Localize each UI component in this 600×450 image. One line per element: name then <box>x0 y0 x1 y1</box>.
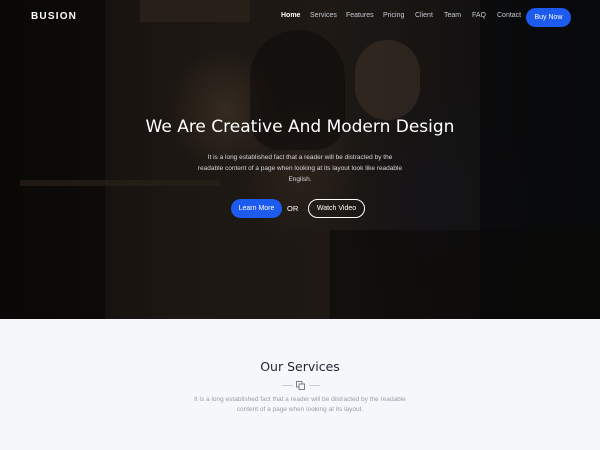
services-description: It is a long established fact that a rea… <box>194 396 406 413</box>
nav-item-team[interactable]: Team <box>444 12 461 19</box>
nav-item-client[interactable]: Client <box>415 12 433 19</box>
hero-description: It is a long established fact that a rea… <box>197 154 403 183</box>
watch-video-button[interactable]: Watch Video <box>308 199 365 218</box>
learn-more-button[interactable]: Learn More <box>231 199 282 218</box>
nav-item-pricing[interactable]: Pricing <box>383 12 404 19</box>
hero-section: BUSION Home Services Features Pricing Cl… <box>0 0 600 319</box>
or-separator: OR <box>287 204 299 213</box>
brand-logo[interactable]: BUSION <box>31 11 77 22</box>
divider-line <box>282 385 293 386</box>
hero-title: We Are Creative And Modern Design <box>145 117 455 137</box>
services-title: Our Services <box>260 359 340 374</box>
nav-item-contact[interactable]: Contact <box>497 12 521 19</box>
copy-icon <box>296 381 305 390</box>
services-section: Our Services It is a long established fa… <box>0 319 600 450</box>
buy-now-button[interactable]: Buy Now <box>526 8 571 27</box>
nav-item-services[interactable]: Services <box>310 12 337 19</box>
nav-item-home[interactable]: Home <box>281 12 300 19</box>
nav-item-faq[interactable]: FAQ <box>472 12 486 19</box>
nav-item-features[interactable]: Features <box>346 12 374 19</box>
divider-line <box>309 385 320 386</box>
